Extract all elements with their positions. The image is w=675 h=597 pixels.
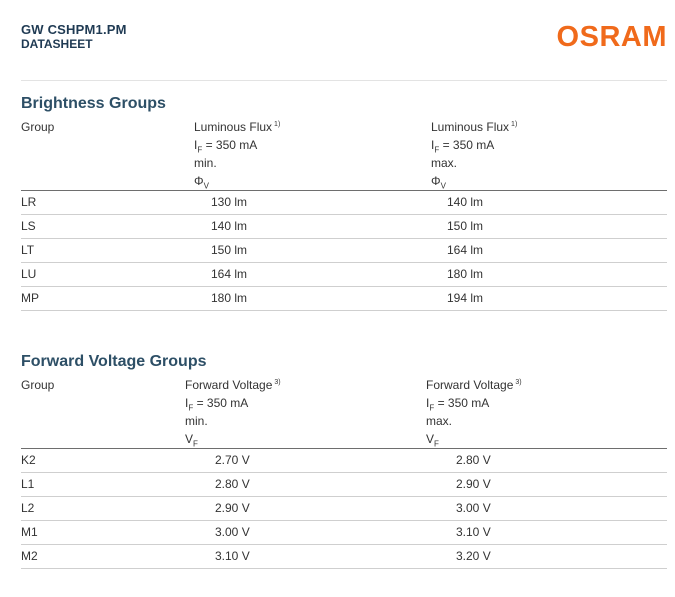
min-value-cell: 2.80 V	[215, 477, 250, 491]
table-row: LS 140 lm 150 lm	[21, 215, 667, 239]
document-type: DATASHEET	[21, 37, 93, 51]
luminous-flux-min-header: Luminous Flux 1) IF = 350 mA min. ΦV	[194, 120, 281, 191]
min-value-cell: 3.00 V	[215, 525, 250, 539]
table-row: M2 3.10 V 3.20 V	[21, 545, 667, 569]
forward-voltage-groups-title: Forward Voltage Groups	[21, 353, 207, 370]
max-value-cell: 3.20 V	[456, 549, 491, 563]
group-cell: L1	[21, 477, 35, 491]
min-value-cell: 3.10 V	[215, 549, 250, 563]
group-column-header: Group	[21, 120, 55, 134]
table-row: MP 180 lm 194 lm	[21, 287, 667, 311]
forward-voltage-min-header: Forward Voltage 3) IF = 350 mA min. VF	[185, 378, 281, 449]
document-header: GW CSHPM1.PM DATASHEET	[21, 22, 127, 51]
voltage-table-header: Group Forward Voltage 3) IF = 350 mA min.…	[21, 376, 667, 449]
max-value-cell: 140 lm	[447, 195, 484, 209]
min-value-cell: 2.90 V	[215, 501, 250, 515]
table-row: L2 2.90 V 3.00 V	[21, 497, 667, 521]
group-cell: LR	[21, 195, 37, 209]
table-row: LU 164 lm 180 lm	[21, 263, 667, 287]
min-value-cell: 140 lm	[211, 219, 248, 233]
group-cell: L2	[21, 501, 35, 515]
forward-voltage-groups-section: Forward Voltage Groups Group Forward Vol…	[21, 352, 667, 569]
min-value-cell: 2.70 V	[215, 453, 250, 467]
min-value-cell: 180 lm	[211, 291, 248, 305]
max-value-cell: 3.00 V	[456, 501, 491, 515]
group-cell: LS	[21, 219, 36, 233]
luminous-flux-max-header: Luminous Flux 1) IF = 350 mA max. ΦV	[431, 120, 518, 191]
osram-logo: OSRAM	[556, 21, 667, 53]
max-value-cell: 3.10 V	[456, 525, 491, 539]
forward-voltage-max-header: Forward Voltage 3) IF = 350 mA max. VF	[426, 378, 522, 449]
table-row: LR 130 lm 140 lm	[21, 191, 667, 215]
table-row: L1 2.80 V 2.90 V	[21, 473, 667, 497]
min-value-cell: 130 lm	[211, 195, 248, 209]
min-value-cell: 164 lm	[211, 267, 248, 281]
table-row: M1 3.00 V 3.10 V	[21, 521, 667, 545]
max-value-cell: 164 lm	[447, 243, 484, 257]
group-cell: M1	[21, 525, 38, 539]
product-name: GW CSHPM1.PM	[21, 22, 127, 37]
group-cell: LT	[21, 243, 35, 257]
group-cell: LU	[21, 267, 37, 281]
max-value-cell: 2.90 V	[456, 477, 491, 491]
max-value-cell: 194 lm	[447, 291, 484, 305]
max-value-cell: 2.80 V	[456, 453, 491, 467]
table-row: K2 2.70 V 2.80 V	[21, 449, 667, 473]
brightness-groups-section: Brightness Groups Group Luminous Flux 1) …	[21, 94, 667, 311]
header-divider	[21, 80, 667, 81]
group-cell: MP	[21, 291, 39, 305]
table-row: LT 150 lm 164 lm	[21, 239, 667, 263]
max-value-cell: 150 lm	[447, 219, 484, 233]
group-column-header: Group	[21, 378, 55, 392]
group-cell: M2	[21, 549, 38, 563]
brightness-table-header: Group Luminous Flux 1) IF = 350 mA min. Φ…	[21, 118, 667, 191]
group-cell: K2	[21, 453, 36, 467]
min-value-cell: 150 lm	[211, 243, 248, 257]
max-value-cell: 180 lm	[447, 267, 484, 281]
brightness-groups-title: Brightness Groups	[21, 95, 166, 112]
